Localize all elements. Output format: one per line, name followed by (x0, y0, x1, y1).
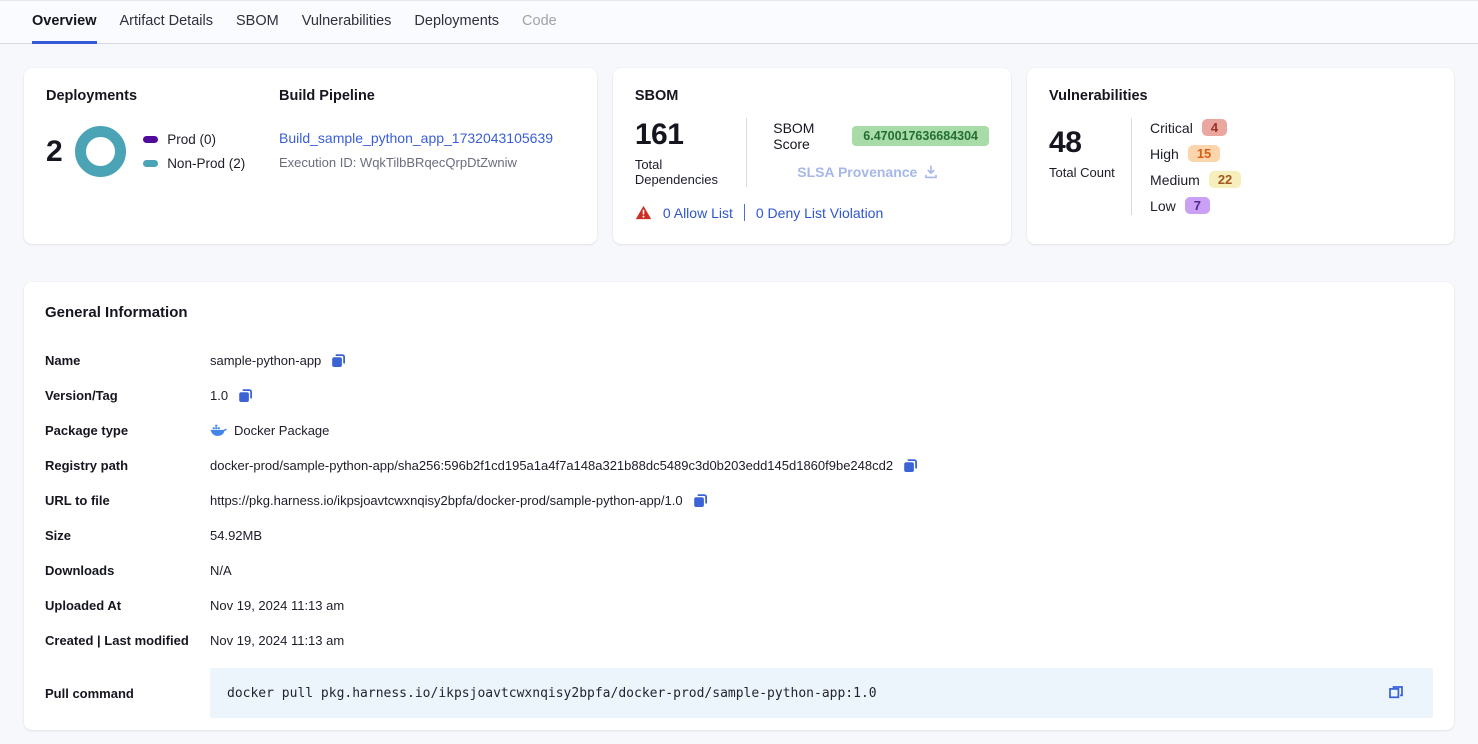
info-row-package-type: Package type Docker Package (45, 413, 1433, 448)
severity-row-high: High 15 (1150, 144, 1241, 163)
warning-triangle-icon (635, 205, 652, 220)
links-divider (744, 204, 745, 221)
info-row-uploaded-at: Uploaded At Nov 19, 2024 11:13 am (45, 588, 1433, 623)
deployments-legend: Prod (0) Non-Prod (2) (143, 132, 245, 171)
vulnerabilities-title: Vulnerabilities (1049, 88, 1432, 104)
deployments-card: Deployments 2 Prod (0) Non-Prod (2) Buil… (24, 68, 597, 244)
uploaded-at-value: Nov 19, 2024 11:13 am (210, 598, 344, 613)
version-label: Version/Tag (45, 388, 210, 403)
deployments-total: 2 (46, 135, 62, 169)
registry-path-label: Registry path (45, 458, 210, 473)
size-value: 54.92MB (210, 528, 262, 543)
vulnerabilities-total: 48 (1049, 126, 1131, 160)
sbom-card: SBOM 161 Total Dependencies SBOM Score 6… (613, 68, 1011, 244)
severity-row-low: Low 7 (1150, 196, 1241, 215)
severity-label-medium: Medium (1150, 172, 1200, 188)
nonprod-legend-swatch (143, 160, 158, 167)
vulnerabilities-card: Vulnerabilities 48 Total Count Critical … (1027, 68, 1454, 244)
tab-deployments[interactable]: Deployments (414, 1, 499, 44)
copy-icon[interactable] (1387, 684, 1405, 702)
tab-bar: Overview Artifact Details SBOM Vulnerabi… (0, 0, 1478, 44)
sbom-total-dependencies-label: Total Dependencies (635, 157, 746, 187)
docker-whale-icon (210, 424, 227, 437)
info-row-version: Version/Tag 1.0 (45, 378, 1433, 413)
tab-code: Code (522, 1, 557, 44)
execution-id: Execution ID: WqkTilbBRqecQrpDtZwniw (279, 155, 553, 170)
legend-item-nonprod: Non-Prod (2) (143, 156, 245, 171)
url-to-file-label: URL to file (45, 493, 210, 508)
severity-count-low: 7 (1185, 197, 1210, 214)
created-modified-label: Created | Last modified (45, 633, 210, 648)
sbom-score-label: SBOM Score (773, 120, 842, 152)
package-type-value: Docker Package (234, 423, 329, 438)
info-row-name: Name sample-python-app (45, 343, 1433, 378)
tab-vulnerabilities[interactable]: Vulnerabilities (302, 1, 392, 44)
sbom-divider (746, 118, 747, 187)
sbom-title: SBOM (635, 88, 989, 104)
severity-label-high: High (1150, 146, 1179, 162)
copy-icon[interactable] (237, 387, 254, 404)
sbom-total-dependencies: 161 (635, 118, 746, 152)
severity-row-medium: Medium 22 (1150, 170, 1241, 189)
build-pipeline-title: Build Pipeline (279, 88, 553, 104)
pull-command-label: Pull command (45, 686, 210, 701)
info-row-url-to-file: URL to file https://pkg.harness.io/ikpsj… (45, 483, 1433, 518)
info-row-downloads: Downloads N/A (45, 553, 1433, 588)
severity-list: Critical 4 High 15 Medium 22 Low 7 (1150, 118, 1241, 215)
vulnerabilities-total-label: Total Count (1049, 165, 1131, 180)
severity-count-high: 15 (1188, 145, 1220, 162)
package-type-label: Package type (45, 423, 210, 438)
severity-label-critical: Critical (1150, 120, 1193, 136)
url-to-file-value: https://pkg.harness.io/ikpsjoavtcwxnqisy… (210, 493, 683, 508)
downloads-value: N/A (210, 563, 232, 578)
download-icon[interactable] (924, 165, 938, 179)
legend-item-prod: Prod (0) (143, 132, 245, 147)
prod-legend-swatch (143, 136, 158, 143)
deployments-title: Deployments (46, 88, 279, 104)
general-information-card: General Information Name sample-python-a… (24, 282, 1454, 730)
info-row-created-modified: Created | Last modified Nov 19, 2024 11:… (45, 623, 1433, 658)
general-information-title: General Information (45, 304, 1433, 321)
deployments-donut-chart (75, 126, 126, 177)
allow-list-link[interactable]: 0 Allow List (663, 205, 733, 221)
name-label: Name (45, 353, 210, 368)
severity-count-critical: 4 (1202, 119, 1227, 136)
info-row-pull-command: Pull command docker pull pkg.harness.io/… (45, 668, 1433, 718)
severity-count-medium: 22 (1209, 171, 1241, 188)
sbom-score-badge: 6.470017636684304 (852, 126, 989, 146)
severity-row-critical: Critical 4 (1150, 118, 1241, 137)
slsa-provenance-link[interactable]: SLSA Provenance (797, 164, 917, 180)
pull-command-box: docker pull pkg.harness.io/ikpsjoavtcwxn… (210, 668, 1433, 718)
uploaded-at-label: Uploaded At (45, 598, 210, 613)
deployments-block: Deployments 2 Prod (0) Non-Prod (2) (46, 88, 279, 224)
nonprod-legend-label: Non-Prod (2) (167, 156, 245, 171)
created-modified-value: Nov 19, 2024 11:13 am (210, 633, 344, 648)
info-row-size: Size 54.92MB (45, 518, 1433, 553)
name-value: sample-python-app (210, 353, 321, 368)
copy-icon[interactable] (692, 492, 709, 509)
tab-artifact-details[interactable]: Artifact Details (120, 1, 213, 44)
build-pipeline-block: Build Pipeline Build_sample_python_app_1… (279, 88, 553, 224)
vulnerabilities-divider (1131, 118, 1132, 215)
info-row-registry-path: Registry path docker-prod/sample-python-… (45, 448, 1433, 483)
copy-icon[interactable] (902, 457, 919, 474)
pipeline-link[interactable]: Build_sample_python_app_1732043105639 (279, 130, 553, 146)
downloads-label: Downloads (45, 563, 210, 578)
pull-command-value: docker pull pkg.harness.io/ikpsjoavtcwxn… (227, 686, 877, 701)
tab-sbom[interactable]: SBOM (236, 1, 279, 44)
prod-legend-label: Prod (0) (167, 132, 216, 147)
deny-list-violation-link[interactable]: 0 Deny List Violation (756, 205, 883, 221)
summary-cards-row: Deployments 2 Prod (0) Non-Prod (2) Buil… (24, 68, 1454, 244)
copy-icon[interactable] (330, 352, 347, 369)
size-label: Size (45, 528, 210, 543)
registry-path-value: docker-prod/sample-python-app/sha256:596… (210, 458, 893, 473)
severity-label-low: Low (1150, 198, 1176, 214)
tab-overview[interactable]: Overview (32, 1, 97, 44)
version-value: 1.0 (210, 388, 228, 403)
